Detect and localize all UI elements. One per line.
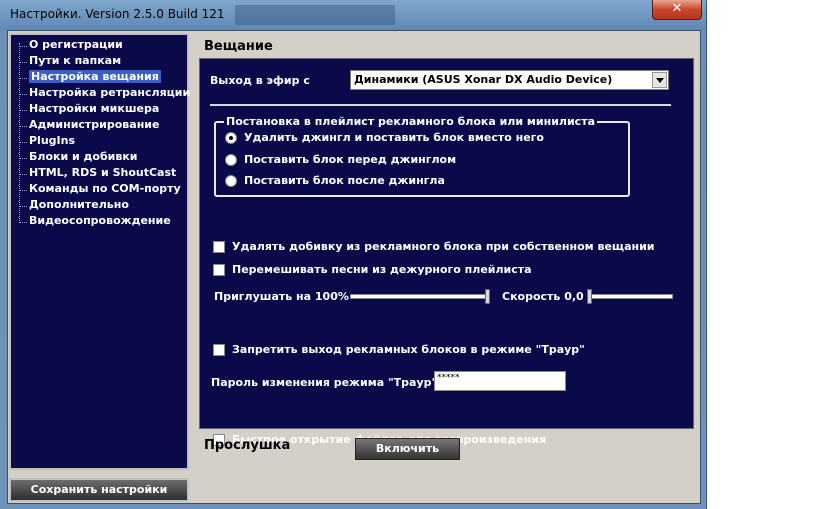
- mute-level-label: Приглушать на 100%: [214, 290, 349, 303]
- radio-replace-jingle-label[interactable]: Удалить джингл и поставить блок вместо н…: [244, 131, 544, 144]
- section-title: Вещание: [204, 39, 273, 54]
- sidebar-item-folder-paths[interactable]: Пути к папкам: [19, 54, 121, 70]
- remove-filler-checkbox[interactable]: [213, 241, 225, 253]
- sidebar-item-blocks-fillers[interactable]: Блоки и добивки: [19, 150, 138, 166]
- playlist-insert-group: Постановка в плейлист рекламного блока и…: [214, 115, 630, 197]
- sidebar-item-relay-settings[interactable]: Настройка ретрансляции: [19, 86, 190, 102]
- client-area: О регистрации Пути к папкам Настройка ве…: [7, 30, 701, 504]
- sidebar-item-plugins[interactable]: PlugIns: [19, 134, 75, 150]
- sidebar-item-com-port-commands[interactable]: Команды по COM-порту: [19, 182, 181, 198]
- settings-content: Вещание Выход в эфир с Динамики (ASUS Xo…: [192, 31, 700, 503]
- settings-tree: О регистрации Пути к папкам Настройка ве…: [9, 33, 190, 470]
- enable-listen-button[interactable]: Включить: [355, 438, 460, 460]
- radio-before-jingle-label[interactable]: Поставить блок перед джинглом: [244, 153, 456, 166]
- speed-label: Скорость 0,0: [502, 290, 584, 303]
- mute-level-slider[interactable]: [350, 289, 490, 305]
- mourning-block-label[interactable]: Запретить выход рекламных блоков в режим…: [232, 343, 585, 356]
- sidebar-item-registration[interactable]: О регистрации: [19, 38, 123, 54]
- output-device-value: Динамики (ASUS Xonar DX Audio Device): [354, 73, 613, 86]
- broadcast-panel: Выход в эфир с Динамики (ASUS Xonar DX A…: [199, 58, 694, 446]
- sidebar-item-video[interactable]: Видеосопровождение: [19, 214, 171, 230]
- shuffle-songs-label[interactable]: Перемешивать песни из дежурного плейлист…: [232, 263, 532, 276]
- radio-after-jingle-label[interactable]: Поставить блок после джингла: [244, 174, 445, 187]
- title-bar-background-overlay: [235, 5, 395, 25]
- radio-replace-jingle[interactable]: [225, 132, 237, 144]
- radio-before-jingle[interactable]: [225, 154, 237, 166]
- slider-track: [587, 294, 673, 299]
- remove-filler-label[interactable]: Удалять добивку из рекламного блока при …: [232, 240, 655, 253]
- sidebar-item-broadcast-settings[interactable]: Настройка вещания: [19, 70, 161, 86]
- sidebar-item-html-rds-shoutcast[interactable]: HTML, RDS и ShoutCast: [19, 166, 176, 182]
- sidebar-item-mixer-settings[interactable]: Настройки микшера: [19, 102, 159, 118]
- divider: [210, 104, 671, 106]
- output-device-label: Выход в эфир с: [210, 74, 310, 87]
- slider-thumb[interactable]: [587, 289, 592, 304]
- save-settings-button[interactable]: Сохранить настройки: [9, 478, 189, 502]
- mourning-block-checkbox[interactable]: [213, 344, 225, 356]
- listen-label: Прослушка: [204, 438, 291, 453]
- radio-after-jingle[interactable]: [225, 175, 237, 187]
- speed-slider[interactable]: [587, 289, 673, 305]
- sidebar-item-administration[interactable]: Администрирование: [19, 118, 159, 134]
- window-title: Настройки. Version 2.5.0 Build 121: [10, 7, 225, 21]
- password-value: *****: [437, 373, 460, 383]
- close-icon: ✕: [671, 1, 683, 16]
- chevron-down-icon[interactable]: [652, 72, 667, 88]
- sidebar-item-additional[interactable]: Дополнительно: [19, 198, 129, 214]
- mourning-password-label: Пароль изменения режима "Траур": [211, 376, 438, 389]
- output-device-select[interactable]: Динамики (ASUS Xonar DX Audio Device): [350, 70, 669, 90]
- close-button[interactable]: ✕: [652, 0, 702, 20]
- group-legend: Постановка в плейлист рекламного блока и…: [224, 115, 597, 128]
- settings-window: Настройки. Version 2.5.0 Build 121 ✕ О р…: [0, 0, 707, 509]
- title-bar[interactable]: Настройки. Version 2.5.0 Build 121 ✕: [0, 0, 706, 30]
- mourning-password-field[interactable]: *****: [434, 371, 566, 391]
- slider-thumb[interactable]: [485, 289, 490, 304]
- slider-track: [350, 294, 490, 299]
- shuffle-songs-checkbox[interactable]: [213, 264, 225, 276]
